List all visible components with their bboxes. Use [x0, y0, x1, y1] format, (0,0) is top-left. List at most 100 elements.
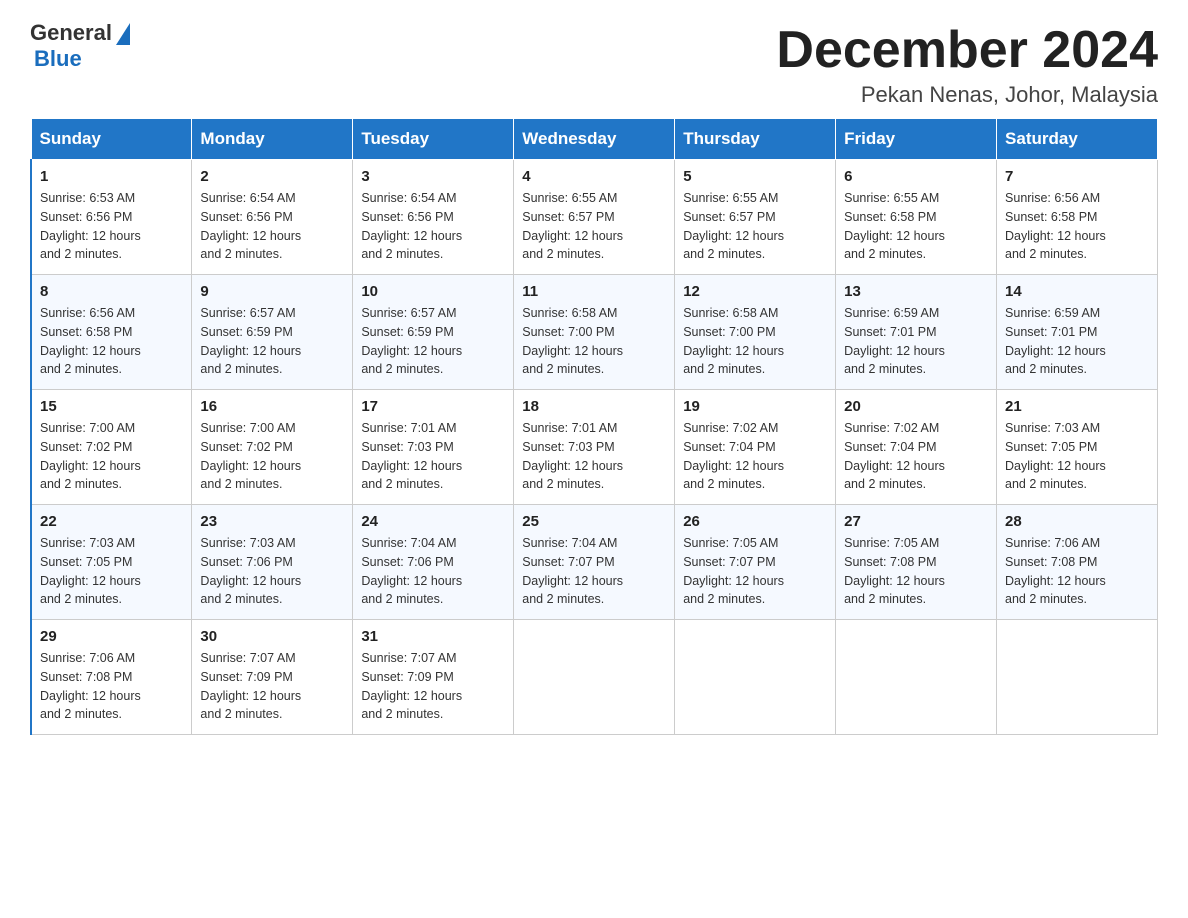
- day-number: 3: [361, 168, 505, 185]
- day-number: 29: [40, 628, 183, 645]
- day-number: 15: [40, 398, 183, 415]
- calendar-cell: 29 Sunrise: 7:06 AMSunset: 7:08 PMDayligh…: [31, 620, 192, 735]
- calendar-cell: [514, 620, 675, 735]
- calendar-cell: [997, 620, 1158, 735]
- day-info: Sunrise: 7:00 AMSunset: 7:02 PMDaylight:…: [200, 419, 344, 494]
- day-info: Sunrise: 7:02 AMSunset: 7:04 PMDaylight:…: [683, 419, 827, 494]
- day-number: 31: [361, 628, 505, 645]
- calendar-cell: 24Sunrise: 7:04 AMSunset: 7:06 PMDayligh…: [353, 505, 514, 620]
- day-number: 17: [361, 398, 505, 415]
- calendar-week-row: 22 Sunrise: 7:03 AMSunset: 7:05 PMDayligh…: [31, 505, 1158, 620]
- logo-triangle-icon: [114, 21, 130, 45]
- day-number: 10: [361, 283, 505, 300]
- calendar-cell: 4Sunrise: 6:55 AMSunset: 6:57 PMDaylight…: [514, 160, 675, 275]
- calendar-cell: 20Sunrise: 7:02 AMSunset: 7:04 PMDayligh…: [836, 390, 997, 505]
- day-number: 8: [40, 283, 183, 300]
- day-info: Sunrise: 6:54 AMSunset: 6:56 PMDaylight:…: [361, 189, 505, 264]
- day-info: Sunrise: 6:56 AMSunset: 6:58 PMDaylight:…: [40, 304, 183, 379]
- day-info: Sunrise: 6:55 AMSunset: 6:58 PMDaylight:…: [844, 189, 988, 264]
- day-info: Sunrise: 7:01 AMSunset: 7:03 PMDaylight:…: [522, 419, 666, 494]
- calendar-cell: 10 Sunrise: 6:57 AMSunset: 6:59 PMDayligh…: [353, 275, 514, 390]
- weekday-header-thursday: Thursday: [675, 119, 836, 160]
- weekday-header-saturday: Saturday: [997, 119, 1158, 160]
- logo-blue-label: Blue: [30, 46, 82, 71]
- calendar-cell: 17 Sunrise: 7:01 AMSunset: 7:03 PMDayligh…: [353, 390, 514, 505]
- day-info: Sunrise: 6:58 AMSunset: 7:00 PMDaylight:…: [683, 304, 827, 379]
- day-number: 1: [40, 168, 183, 185]
- calendar-cell: 12 Sunrise: 6:58 AMSunset: 7:00 PMDayligh…: [675, 275, 836, 390]
- logo-blue-text: Blue: [30, 46, 130, 72]
- calendar-cell: 18 Sunrise: 7:01 AMSunset: 7:03 PMDayligh…: [514, 390, 675, 505]
- day-info: Sunrise: 6:56 AMSunset: 6:58 PMDaylight:…: [1005, 189, 1149, 264]
- calendar-week-row: 1 Sunrise: 6:53 AMSunset: 6:56 PMDaylight…: [31, 160, 1158, 275]
- calendar-week-row: 15 Sunrise: 7:00 AMSunset: 7:02 PMDayligh…: [31, 390, 1158, 505]
- calendar-cell: 28 Sunrise: 7:06 AMSunset: 7:08 PMDayligh…: [997, 505, 1158, 620]
- calendar-cell: 19 Sunrise: 7:02 AMSunset: 7:04 PMDayligh…: [675, 390, 836, 505]
- day-number: 9: [200, 283, 344, 300]
- day-number: 6: [844, 168, 988, 185]
- day-info: Sunrise: 6:57 AMSunset: 6:59 PMDaylight:…: [361, 304, 505, 379]
- weekday-header-friday: Friday: [836, 119, 997, 160]
- day-number: 26: [683, 513, 827, 530]
- day-number: 2: [200, 168, 344, 185]
- day-info: Sunrise: 7:01 AMSunset: 7:03 PMDaylight:…: [361, 419, 505, 494]
- month-title: December 2024: [776, 20, 1158, 80]
- day-info: Sunrise: 6:59 AMSunset: 7:01 PMDaylight:…: [844, 304, 988, 379]
- day-info: Sunrise: 7:03 AMSunset: 7:05 PMDaylight:…: [1005, 419, 1149, 494]
- calendar-cell: 26 Sunrise: 7:05 AMSunset: 7:07 PMDayligh…: [675, 505, 836, 620]
- weekday-header-monday: Monday: [192, 119, 353, 160]
- day-number: 11: [522, 283, 666, 300]
- calendar-week-row: 29 Sunrise: 7:06 AMSunset: 7:08 PMDayligh…: [31, 620, 1158, 735]
- calendar-cell: 9 Sunrise: 6:57 AMSunset: 6:59 PMDaylight…: [192, 275, 353, 390]
- day-info: Sunrise: 6:57 AMSunset: 6:59 PMDaylight:…: [200, 304, 344, 379]
- day-info: Sunrise: 7:05 AMSunset: 7:08 PMDaylight:…: [844, 534, 988, 609]
- logo-general-text: General: [30, 20, 112, 46]
- day-number: 28: [1005, 513, 1149, 530]
- calendar-cell: 31 Sunrise: 7:07 AMSunset: 7:09 PMDayligh…: [353, 620, 514, 735]
- calendar-table: SundayMondayTuesdayWednesdayThursdayFrid…: [30, 118, 1158, 735]
- calendar-cell: 21 Sunrise: 7:03 AMSunset: 7:05 PMDayligh…: [997, 390, 1158, 505]
- calendar-cell: 14 Sunrise: 6:59 AMSunset: 7:01 PMDayligh…: [997, 275, 1158, 390]
- weekday-header-row: SundayMondayTuesdayWednesdayThursdayFrid…: [31, 119, 1158, 160]
- day-number: 24: [361, 513, 505, 530]
- calendar-cell: 5Sunrise: 6:55 AMSunset: 6:57 PMDaylight…: [675, 160, 836, 275]
- calendar-cell: 7Sunrise: 6:56 AMSunset: 6:58 PMDaylight…: [997, 160, 1158, 275]
- day-info: Sunrise: 7:05 AMSunset: 7:07 PMDaylight:…: [683, 534, 827, 609]
- day-number: 18: [522, 398, 666, 415]
- calendar-cell: 13Sunrise: 6:59 AMSunset: 7:01 PMDayligh…: [836, 275, 997, 390]
- day-number: 12: [683, 283, 827, 300]
- day-info: Sunrise: 7:03 AMSunset: 7:06 PMDaylight:…: [200, 534, 344, 609]
- location-title: Pekan Nenas, Johor, Malaysia: [776, 82, 1158, 108]
- weekday-header-wednesday: Wednesday: [514, 119, 675, 160]
- calendar-cell: [675, 620, 836, 735]
- day-number: 4: [522, 168, 666, 185]
- day-info: Sunrise: 7:02 AMSunset: 7:04 PMDaylight:…: [844, 419, 988, 494]
- calendar-cell: 11Sunrise: 6:58 AMSunset: 7:00 PMDayligh…: [514, 275, 675, 390]
- day-number: 21: [1005, 398, 1149, 415]
- calendar-body: 1 Sunrise: 6:53 AMSunset: 6:56 PMDaylight…: [31, 160, 1158, 735]
- logo: General: [30, 20, 130, 46]
- calendar-cell: 23Sunrise: 7:03 AMSunset: 7:06 PMDayligh…: [192, 505, 353, 620]
- day-info: Sunrise: 7:03 AMSunset: 7:05 PMDaylight:…: [40, 534, 183, 609]
- day-info: Sunrise: 7:07 AMSunset: 7:09 PMDaylight:…: [361, 649, 505, 724]
- calendar-cell: 25Sunrise: 7:04 AMSunset: 7:07 PMDayligh…: [514, 505, 675, 620]
- day-number: 25: [522, 513, 666, 530]
- day-info: Sunrise: 6:53 AMSunset: 6:56 PMDaylight:…: [40, 189, 183, 264]
- calendar-cell: [836, 620, 997, 735]
- calendar-cell: 3 Sunrise: 6:54 AMSunset: 6:56 PMDaylight…: [353, 160, 514, 275]
- day-info: Sunrise: 6:59 AMSunset: 7:01 PMDaylight:…: [1005, 304, 1149, 379]
- weekday-header-tuesday: Tuesday: [353, 119, 514, 160]
- day-info: Sunrise: 7:06 AMSunset: 7:08 PMDaylight:…: [40, 649, 183, 724]
- day-number: 14: [1005, 283, 1149, 300]
- calendar-cell: 6 Sunrise: 6:55 AMSunset: 6:58 PMDaylight…: [836, 160, 997, 275]
- day-number: 22: [40, 513, 183, 530]
- day-info: Sunrise: 7:06 AMSunset: 7:08 PMDaylight:…: [1005, 534, 1149, 609]
- logo-area: General Blue: [30, 20, 130, 72]
- day-number: 5: [683, 168, 827, 185]
- calendar-cell: 8 Sunrise: 6:56 AMSunset: 6:58 PMDaylight…: [31, 275, 192, 390]
- weekday-header-sunday: Sunday: [31, 119, 192, 160]
- day-number: 16: [200, 398, 344, 415]
- day-number: 19: [683, 398, 827, 415]
- calendar-cell: 30Sunrise: 7:07 AMSunset: 7:09 PMDayligh…: [192, 620, 353, 735]
- calendar-cell: 1 Sunrise: 6:53 AMSunset: 6:56 PMDaylight…: [31, 160, 192, 275]
